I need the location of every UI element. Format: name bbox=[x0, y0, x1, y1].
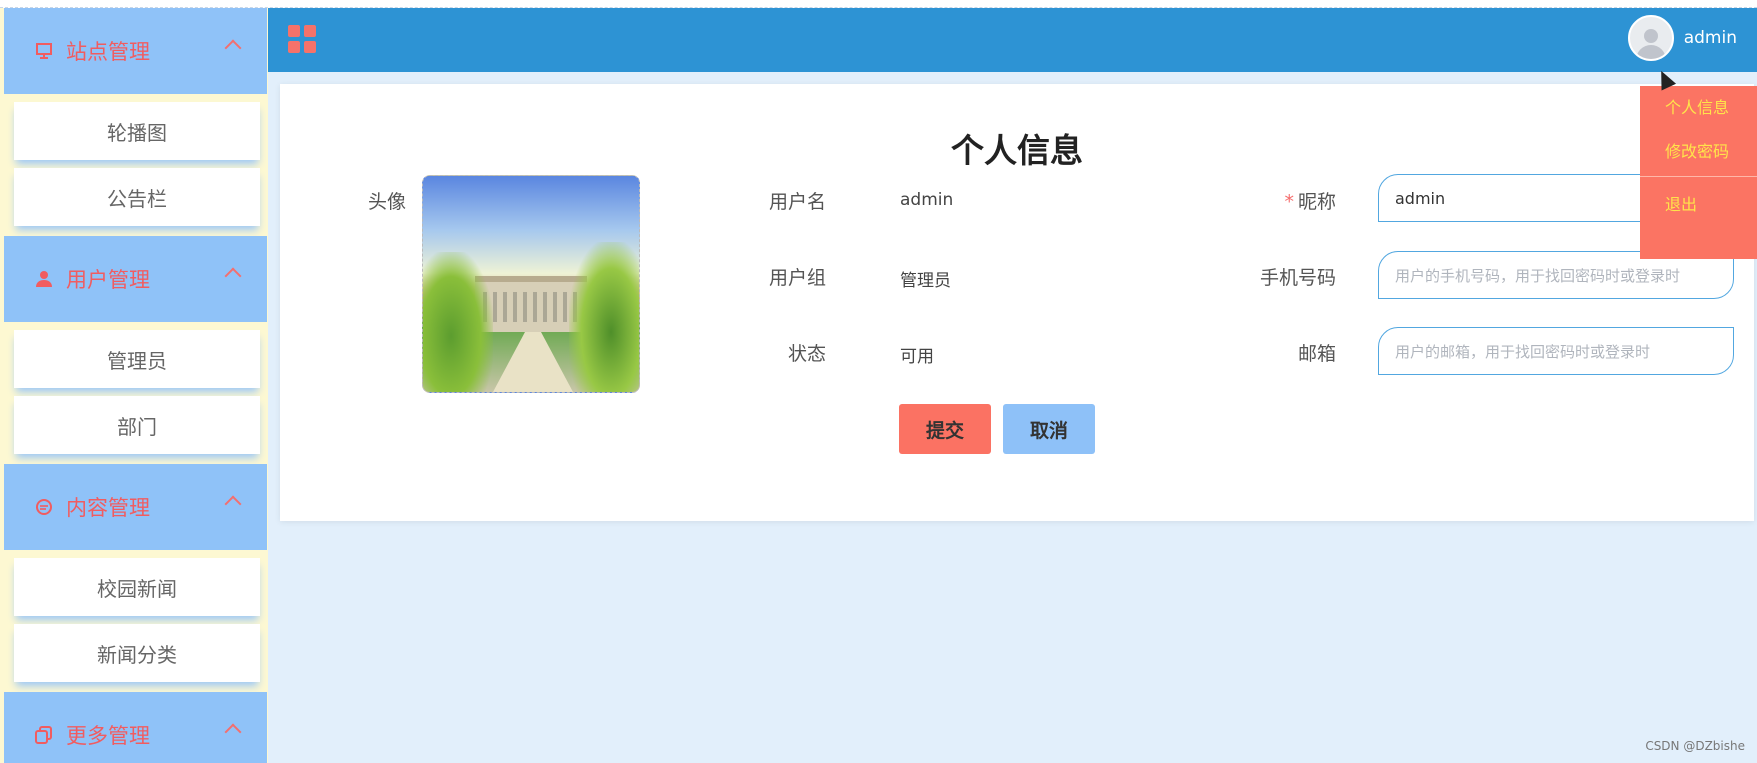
phone-label: 手机号码 bbox=[1259, 267, 1336, 289]
sidebar-item-admin[interactable]: 管理员 bbox=[14, 330, 260, 388]
avatar[interactable] bbox=[1627, 15, 1674, 61]
top-header: admin bbox=[268, 8, 1757, 72]
sidebar-group-label: 内容管理 bbox=[66, 496, 150, 520]
menu-item-logout[interactable]: 退出 bbox=[1640, 187, 1757, 223]
header-username[interactable]: admin bbox=[1684, 28, 1737, 48]
status-value: 可用 bbox=[900, 347, 934, 367]
sidebar-item-carousel[interactable]: 轮播图 bbox=[14, 102, 260, 160]
sidebar-item-news-category[interactable]: 新闻分类 bbox=[14, 624, 260, 682]
menu-item-change-password[interactable]: 修改密码 bbox=[1640, 130, 1757, 174]
email-input[interactable]: 用户的邮箱，用于找回密码时或登录时 bbox=[1378, 327, 1734, 375]
sidebar-item-notice[interactable]: 公告栏 bbox=[14, 168, 260, 226]
copy-icon bbox=[34, 725, 54, 745]
sidebar: 站点管理 轮播图 公告栏 用户管理 管理员 部门 内容管理 校园新闻 新闻分类 … bbox=[0, 8, 268, 763]
page-title: 个人信息 bbox=[951, 131, 1083, 170]
sidebar-item-campus-news[interactable]: 校园新闻 bbox=[14, 558, 260, 616]
menu-grid-icon[interactable] bbox=[288, 25, 316, 53]
chevron-up-icon bbox=[224, 39, 242, 57]
avatar-upload[interactable] bbox=[422, 175, 640, 393]
submit-button[interactable]: 提交 bbox=[899, 404, 991, 454]
sidebar-group-site[interactable]: 站点管理 bbox=[4, 8, 267, 94]
user-menu-trigger[interactable]: admin bbox=[1627, 15, 1737, 61]
email-label: 邮箱 bbox=[1297, 343, 1336, 365]
sidebar-group-label: 用户管理 bbox=[66, 268, 150, 292]
chat-icon bbox=[34, 497, 54, 517]
username-label: 用户名 bbox=[768, 191, 826, 213]
profile-card: 个人信息 头像 用户名 admin 用户组 管理员 状态 可用 * 昵称 admi… bbox=[280, 84, 1754, 521]
user-dropdown-menu: 个人信息 修改密码 退出 bbox=[1640, 86, 1757, 259]
cancel-button[interactable]: 取消 bbox=[1003, 404, 1095, 454]
menu-item-profile[interactable]: 个人信息 bbox=[1640, 86, 1757, 130]
user-icon bbox=[34, 269, 54, 289]
chevron-up-icon bbox=[224, 495, 242, 513]
chevron-up-icon bbox=[224, 267, 242, 285]
group-label: 用户组 bbox=[768, 267, 826, 289]
sidebar-group-label: 更多管理 bbox=[66, 724, 150, 748]
sidebar-group-content[interactable]: 内容管理 bbox=[4, 464, 267, 550]
nickname-label-text: 昵称 bbox=[1297, 191, 1336, 213]
group-value: 管理员 bbox=[900, 271, 951, 291]
nickname-label: * 昵称 bbox=[1160, 187, 1336, 214]
sidebar-group-users[interactable]: 用户管理 bbox=[4, 236, 267, 322]
status-label: 状态 bbox=[787, 343, 826, 365]
username-value: admin bbox=[900, 190, 954, 210]
required-mark: * bbox=[1284, 191, 1294, 213]
sidebar-item-department[interactable]: 部门 bbox=[14, 396, 260, 454]
top-strip bbox=[0, 0, 1757, 8]
watermark: CSDN @DZbishe bbox=[1645, 739, 1745, 753]
sidebar-group-label: 站点管理 bbox=[66, 40, 150, 64]
chevron-up-icon bbox=[224, 723, 242, 741]
monitor-icon bbox=[34, 41, 54, 61]
menu-divider bbox=[1640, 176, 1757, 177]
avatar-label: 头像 bbox=[367, 191, 406, 213]
sidebar-group-more[interactable]: 更多管理 bbox=[4, 692, 267, 763]
